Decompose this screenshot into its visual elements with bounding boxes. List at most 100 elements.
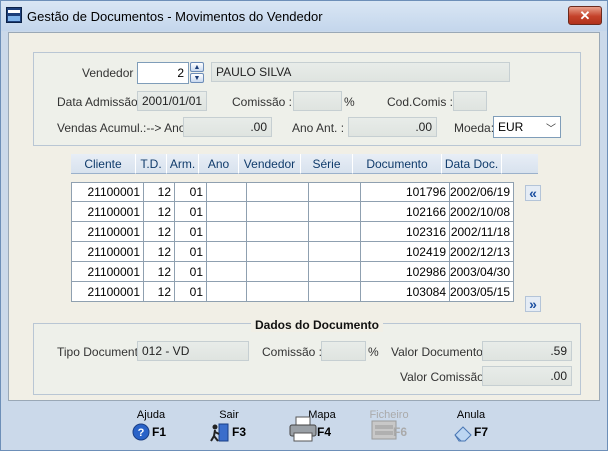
cell-ano[interactable] bbox=[207, 182, 247, 202]
cell-ano[interactable] bbox=[207, 262, 247, 282]
cell-td[interactable]: 12 bbox=[144, 202, 175, 222]
col-data-doc[interactable]: Data Doc. bbox=[442, 154, 502, 174]
table-row[interactable]: 21100001 12 01 102316 2002/11/18 bbox=[71, 222, 514, 242]
col-documento[interactable]: Documento bbox=[353, 154, 442, 174]
cell-ano[interactable] bbox=[207, 222, 247, 242]
spin-up-icon[interactable]: ▲ bbox=[190, 62, 204, 72]
documents-table: 21100001 12 01 101796 2002/06/19 2110000… bbox=[71, 182, 514, 302]
cell-td[interactable]: 12 bbox=[144, 182, 175, 202]
cell-serie[interactable] bbox=[309, 222, 361, 242]
cell-serie[interactable] bbox=[309, 282, 361, 302]
eraser-icon bbox=[453, 423, 472, 442]
cell-cliente[interactable]: 21100001 bbox=[71, 182, 144, 202]
spin-down-icon[interactable]: ▼ bbox=[190, 73, 204, 83]
vendedor-spinner[interactable]: ▲ ▼ bbox=[190, 62, 206, 84]
cell-documento[interactable]: 103084 bbox=[361, 282, 450, 302]
doc-comissao-percent: % bbox=[368, 345, 379, 359]
col-cliente[interactable]: Cliente bbox=[71, 154, 136, 174]
cell-serie[interactable] bbox=[309, 262, 361, 282]
cell-serie[interactable] bbox=[309, 242, 361, 262]
valor-documento-field: .59 bbox=[482, 341, 572, 361]
col-serie[interactable]: Série bbox=[301, 154, 353, 174]
cell-arm[interactable]: 01 bbox=[175, 242, 207, 262]
cell-td[interactable]: 12 bbox=[144, 282, 175, 302]
valor-comissao-field: .00 bbox=[482, 366, 572, 386]
file-key: F6 bbox=[393, 425, 408, 439]
vendor-panel: Vendedor : 2 ▲ ▼ PAULO SILVA Data Admiss… bbox=[33, 52, 581, 146]
valor-comissao-label: Valor Comissão : bbox=[400, 370, 491, 384]
cell-data-doc[interactable]: 2002/11/18 bbox=[450, 222, 514, 242]
table-row[interactable]: 21100001 12 01 102419 2002/12/13 bbox=[71, 242, 514, 262]
cell-ano[interactable] bbox=[207, 242, 247, 262]
cell-documento[interactable]: 102316 bbox=[361, 222, 450, 242]
cell-td[interactable]: 12 bbox=[144, 222, 175, 242]
cell-vendedor[interactable] bbox=[247, 222, 309, 242]
cell-data-doc[interactable]: 2002/06/19 bbox=[450, 182, 514, 202]
cancel-label: Anula bbox=[456, 409, 486, 421]
ano-ant-label: Ano Ant. : bbox=[292, 121, 345, 135]
moeda-select[interactable]: EUR ﹀ bbox=[493, 116, 561, 138]
moeda-label: Moeda: bbox=[454, 121, 495, 135]
function-toolbar: Ajuda ? F1 Sair F3 Mapa F4 Ficheiro F6 A… bbox=[1, 403, 607, 451]
table-row[interactable]: 21100001 12 01 102986 2003/04/30 bbox=[71, 262, 514, 282]
col-arm[interactable]: Arm. bbox=[167, 154, 199, 174]
cell-vendedor[interactable] bbox=[247, 262, 309, 282]
cell-serie[interactable] bbox=[309, 202, 361, 222]
cell-vendedor[interactable] bbox=[247, 182, 309, 202]
table-row[interactable]: 21100001 12 01 101796 2002/06/19 bbox=[71, 182, 514, 202]
cell-documento[interactable]: 102419 bbox=[361, 242, 450, 262]
vendedor-label: Vendedor : bbox=[82, 66, 141, 80]
cell-vendedor[interactable] bbox=[247, 202, 309, 222]
vendedor-code-input[interactable]: 2 bbox=[137, 62, 189, 84]
cell-data-doc[interactable]: 2002/12/13 bbox=[450, 242, 514, 262]
cell-td[interactable]: 12 bbox=[144, 262, 175, 282]
cell-documento[interactable]: 101796 bbox=[361, 182, 450, 202]
ano-ant-field: .00 bbox=[348, 117, 437, 137]
cell-cliente[interactable]: 21100001 bbox=[71, 222, 144, 242]
map-button[interactable]: Mapa F4 bbox=[286, 403, 346, 447]
cell-cliente[interactable]: 21100001 bbox=[71, 242, 144, 262]
cell-documento[interactable]: 102986 bbox=[361, 262, 450, 282]
cancel-key: F7 bbox=[474, 425, 489, 439]
cell-ano[interactable] bbox=[207, 282, 247, 302]
cell-serie[interactable] bbox=[309, 182, 361, 202]
col-ano[interactable]: Ano bbox=[199, 154, 239, 174]
cell-data-doc[interactable]: 2003/04/30 bbox=[450, 262, 514, 282]
title-bar[interactable]: Gestão de Documentos - Movimentos do Ven… bbox=[1, 1, 607, 31]
cell-cliente[interactable]: 21100001 bbox=[71, 282, 144, 302]
cell-arm[interactable]: 01 bbox=[175, 182, 207, 202]
col-filler bbox=[502, 154, 538, 174]
cell-documento[interactable]: 102166 bbox=[361, 202, 450, 222]
vendedor-name-field: PAULO SILVA bbox=[211, 62, 510, 82]
cell-arm[interactable]: 01 bbox=[175, 202, 207, 222]
file-button[interactable]: Ficheiro F6 bbox=[359, 403, 419, 447]
help-label: Ajuda bbox=[136, 409, 166, 421]
close-button[interactable]: ✕ bbox=[568, 6, 602, 25]
cell-arm[interactable]: 01 bbox=[175, 262, 207, 282]
tipo-documento-field: 012 - VD bbox=[137, 341, 249, 361]
col-td[interactable]: T.D. bbox=[136, 154, 167, 174]
main-window: Gestão de Documentos - Movimentos do Ven… bbox=[0, 0, 608, 451]
cell-arm[interactable]: 01 bbox=[175, 222, 207, 242]
table-row[interactable]: 21100001 12 01 102166 2002/10/08 bbox=[71, 202, 514, 222]
table-row[interactable]: 21100001 12 01 103084 2003/05/15 bbox=[71, 282, 514, 302]
help-button[interactable]: Ajuda ? F1 bbox=[121, 403, 181, 447]
cell-cliente[interactable]: 21100001 bbox=[71, 202, 144, 222]
col-vendedor[interactable]: Vendedor bbox=[239, 154, 301, 174]
cell-ano[interactable] bbox=[207, 202, 247, 222]
vendas-ano-field: .00 bbox=[183, 117, 272, 137]
help-icon: ? bbox=[132, 423, 150, 441]
cell-data-doc[interactable]: 2002/10/08 bbox=[450, 202, 514, 222]
cancel-button[interactable]: Anula F7 bbox=[441, 403, 501, 447]
comissao-label: Comissão : bbox=[232, 95, 293, 109]
cell-arm[interactable]: 01 bbox=[175, 282, 207, 302]
cell-vendedor[interactable] bbox=[247, 282, 309, 302]
chevron-down-icon[interactable]: ﹀ bbox=[546, 120, 556, 135]
scroll-up-icon[interactable]: « bbox=[525, 185, 541, 201]
exit-button[interactable]: Sair F3 bbox=[199, 403, 259, 447]
cell-vendedor[interactable] bbox=[247, 242, 309, 262]
cell-td[interactable]: 12 bbox=[144, 242, 175, 262]
scroll-down-icon[interactable]: » bbox=[525, 296, 541, 312]
cell-data-doc[interactable]: 2003/05/15 bbox=[450, 282, 514, 302]
cell-cliente[interactable]: 21100001 bbox=[71, 262, 144, 282]
